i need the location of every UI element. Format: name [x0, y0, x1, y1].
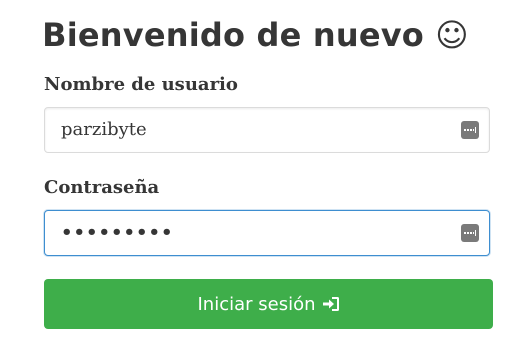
password-value: ••••••••• — [61, 222, 174, 243]
password-manager-key-icon[interactable] — [461, 224, 479, 242]
password-manager-key-icon[interactable] — [461, 121, 479, 139]
page-title: Bienvenido de nuevo ☺ — [42, 16, 469, 54]
login-button-label: Iniciar sesión — [197, 293, 316, 315]
login-button[interactable]: Iniciar sesión — [44, 279, 493, 329]
sign-in-icon — [322, 297, 339, 311]
username-value: parzibyte — [61, 119, 147, 140]
password-label: Contraseña — [44, 177, 160, 198]
password-field[interactable]: ••••••••• — [44, 210, 490, 256]
username-field[interactable]: parzibyte — [44, 107, 490, 153]
username-label: Nombre de usuario — [44, 74, 238, 95]
